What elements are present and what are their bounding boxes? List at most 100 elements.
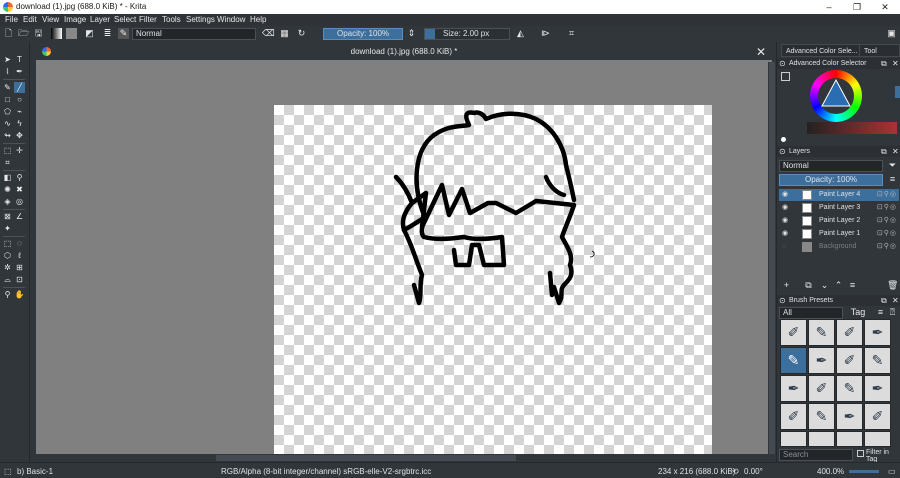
edit-shapes-tool-icon[interactable]: ⌇ xyxy=(2,66,13,77)
brush-preset[interactable]: ✒ xyxy=(864,375,891,402)
brush-preset[interactable]: ✒ xyxy=(836,403,863,430)
rect-select-tool-icon[interactable]: ⬚ xyxy=(2,238,13,249)
visibility-eye-icon[interactable]: ◉ xyxy=(782,215,788,227)
color-patches[interactable] xyxy=(807,122,897,134)
document-tab[interactable]: download (1).jpg (688.0 KiB) * ✕ xyxy=(36,44,772,60)
reload-preset-icon[interactable]: ↻ xyxy=(296,28,307,39)
workspace-icon[interactable]: ▣ xyxy=(886,28,897,39)
duplicate-layer-icon[interactable]: ⧉ xyxy=(803,280,814,291)
layer-flags-icon[interactable]: ⊡⚲◎ xyxy=(877,189,897,201)
freehand-brush-tool-icon[interactable]: ✎ xyxy=(2,82,13,93)
polygon-select-tool-icon[interactable]: ⬡ xyxy=(2,250,13,261)
colorize-mask-tool-icon[interactable]: ✺ xyxy=(2,184,13,195)
layer-row[interactable]: ◉ Paint Layer 2 ⊡⚲◎ xyxy=(779,215,899,227)
close-panel-icon[interactable]: ✕ xyxy=(892,58,899,69)
layer-blend-mode-select[interactable]: Normal xyxy=(779,160,883,172)
fill-tool-icon[interactable]: ◈ xyxy=(2,196,13,207)
brush-preset[interactable] xyxy=(836,431,863,447)
brush-preset[interactable]: ✒ xyxy=(864,319,891,346)
smart-patch-tool-icon[interactable]: ✖ xyxy=(14,184,25,195)
zoom-tool-icon[interactable]: ⚲ xyxy=(2,289,13,300)
lock-icon[interactable]: ⊙ xyxy=(779,146,786,157)
crop-tool-icon[interactable]: ⌗ xyxy=(2,157,13,168)
brush-preset[interactable]: ✎ xyxy=(808,403,835,430)
menu-tools[interactable]: Tools xyxy=(162,15,181,24)
dynamic-brush-tool-icon[interactable]: ↬ xyxy=(2,130,13,141)
drawing-canvas[interactable] xyxy=(274,105,712,454)
vertical-scrollbar[interactable] xyxy=(768,62,776,454)
visibility-eye-icon[interactable]: ◉ xyxy=(782,189,788,201)
save-icon[interactable]: 🖫 xyxy=(33,28,44,39)
menu-window[interactable]: Window xyxy=(217,15,245,24)
zoom-slider[interactable] xyxy=(849,470,879,473)
layer-row[interactable]: ◉ Paint Layer 3 ⊡⚲◎ xyxy=(779,202,899,214)
brush-preset[interactable]: ✐ xyxy=(836,347,863,374)
brush-preset-basic-1[interactable]: ✎ xyxy=(780,347,807,374)
open-folder-icon[interactable]: 🗁 xyxy=(18,28,29,39)
brush-search-input[interactable]: Search xyxy=(779,449,853,461)
horizontal-scrollbar[interactable] xyxy=(36,454,772,462)
move-layer-up-icon[interactable]: ⌃ xyxy=(833,280,844,291)
eraser-mode-icon[interactable]: ⌫ xyxy=(262,28,275,39)
layer-opacity-slider[interactable]: Opacity: 100% xyxy=(779,174,883,186)
reference-images-tool-icon[interactable]: ✦ xyxy=(2,223,13,234)
lock-icon[interactable]: ⊙ xyxy=(779,295,786,306)
layer-flags-icon[interactable]: ⊡⚲◎ xyxy=(877,215,897,227)
brush-view-icon[interactable]: ≡ xyxy=(875,307,886,318)
opacity-stepper-icon[interactable]: ⇕ xyxy=(406,28,417,39)
delete-layer-icon[interactable]: 🗑 xyxy=(887,280,898,291)
brush-preset[interactable] xyxy=(780,431,807,447)
gradient-swatch[interactable] xyxy=(51,28,62,39)
canvas-area[interactable]: download (1).jpg (688.0 KiB) * ✕ xyxy=(36,44,772,454)
close-window-button[interactable]: ✕ xyxy=(878,1,892,13)
brush-preset[interactable] xyxy=(864,431,891,447)
brush-preset[interactable]: ✐ xyxy=(836,319,863,346)
layer-filter-icon[interactable]: ⏷ xyxy=(887,160,898,171)
pattern-swatch[interactable] xyxy=(66,28,77,39)
horizontal-scroll-thumb[interactable] xyxy=(216,455,516,461)
layer-row[interactable]: ◉ Paint Layer 4 ⊡⚲◎ xyxy=(779,189,899,201)
blend-mode-select[interactable]: Normal xyxy=(132,28,256,40)
brush-preset[interactable]: ✎ xyxy=(836,375,863,402)
polygon-tool-icon[interactable]: ⬠ xyxy=(2,106,13,117)
color-picker-tool-icon[interactable]: ⚲ xyxy=(14,172,25,183)
layer-flags-icon[interactable]: ⊡⚲◎ xyxy=(877,228,897,240)
brush-settings-icon[interactable]: ≣ xyxy=(102,28,113,39)
size-slider[interactable]: Size: 2.00 px xyxy=(424,28,510,40)
layer-flags-icon[interactable]: ⊡⚲◎ xyxy=(877,202,897,214)
minimize-button[interactable]: – xyxy=(822,1,836,13)
tab-tool-options[interactable]: Tool Opt... xyxy=(859,44,900,68)
add-layer-icon[interactable]: + xyxy=(781,280,792,291)
menu-layer[interactable]: Layer xyxy=(90,15,110,24)
ellipse-tool-icon[interactable]: ○ xyxy=(14,94,25,105)
magnetic-select-tool-icon[interactable]: ⊡ xyxy=(14,274,25,285)
close-document-icon[interactable]: ✕ xyxy=(756,45,766,59)
brush-preset[interactable]: ✒ xyxy=(808,347,835,374)
color-profile-label[interactable]: RGB/Alpha (8-bit integer/channel) sRGB-e… xyxy=(221,467,431,476)
close-panel-icon[interactable]: ✕ xyxy=(892,146,899,157)
visibility-eye-icon[interactable]: ◉ xyxy=(782,202,788,214)
layer-row[interactable]: ◉ Paint Layer 1 ⊡⚲◎ xyxy=(779,228,899,240)
brush-preset[interactable]: ✐ xyxy=(864,403,891,430)
brush-preset[interactable]: ✐ xyxy=(780,403,807,430)
mirror-horizontal-icon[interactable]: ◭ xyxy=(515,28,526,39)
menu-select[interactable]: Select xyxy=(114,15,136,24)
brush-preset[interactable] xyxy=(808,431,835,447)
float-panel-icon[interactable]: ⧉ xyxy=(881,146,887,157)
vertical-scroll-thumb[interactable] xyxy=(769,62,775,454)
measure-tool-icon[interactable]: ∠ xyxy=(14,211,25,222)
color-scroll-thumb[interactable] xyxy=(895,86,900,98)
multibrush-tool-icon[interactable]: ✥ xyxy=(14,130,25,141)
brush-preset[interactable]: ✎ xyxy=(864,347,891,374)
move-tool-icon[interactable]: ✛ xyxy=(14,145,25,156)
bezier-select-tool-icon[interactable]: ⌓ xyxy=(2,274,13,285)
brush-preset-eraser[interactable]: ✐ xyxy=(780,319,807,346)
rectangle-tool-icon[interactable]: □ xyxy=(2,94,13,105)
rotation-icon[interactable]: ⟲ xyxy=(732,467,739,476)
select-shapes-tool-icon[interactable]: ➤ xyxy=(2,54,13,65)
close-panel-icon[interactable]: ✕ xyxy=(892,295,899,306)
layer-row[interactable]: ◌ Background ⊡⚲◎ xyxy=(779,241,899,253)
wrap-around-icon[interactable]: ⌗ xyxy=(566,28,577,39)
layer-options-icon[interactable]: ≡ xyxy=(887,174,898,185)
gradient-tool-icon[interactable]: ◧ xyxy=(2,172,13,183)
